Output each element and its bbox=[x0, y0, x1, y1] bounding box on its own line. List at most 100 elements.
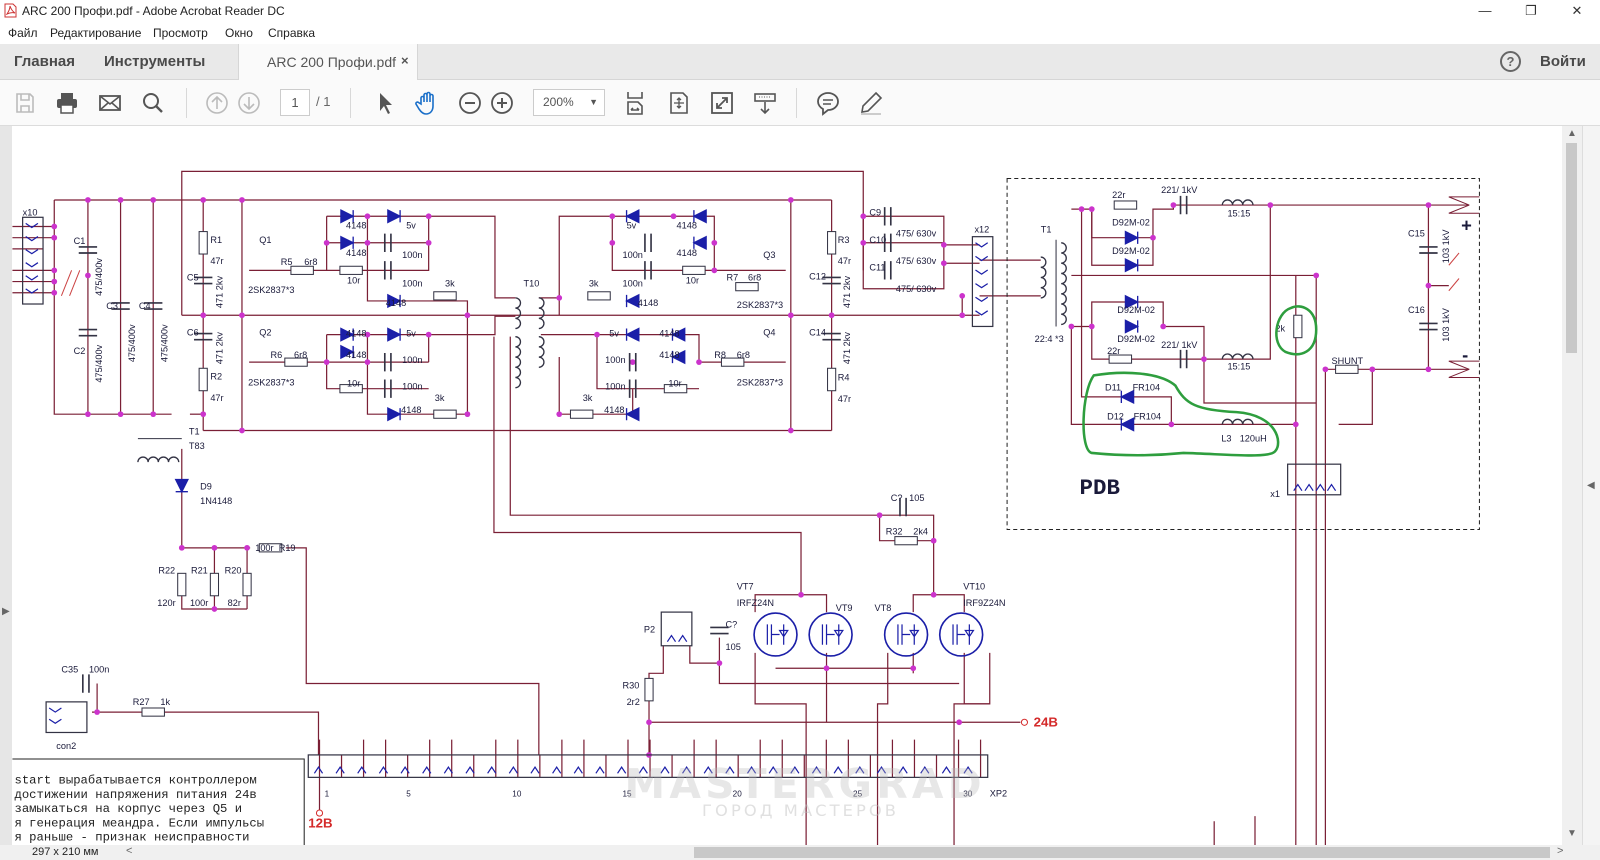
vertical-scroll-thumb[interactable] bbox=[1566, 143, 1577, 353]
sign-in-button[interactable]: Войти bbox=[1540, 53, 1586, 70]
tab-bar: Главная Инструменты ARC 200 Профи.pdf × … bbox=[0, 44, 1600, 80]
junction-dot bbox=[910, 665, 917, 672]
component-labels: x10C1475/400vC2 475/400vC3475/400vC4475/4… bbox=[23, 185, 1472, 831]
page-up-icon[interactable] bbox=[204, 90, 230, 116]
tab-close-icon[interactable]: × bbox=[401, 53, 409, 68]
junction-dot bbox=[51, 223, 58, 230]
tab-tools[interactable]: Инструменты bbox=[104, 53, 205, 70]
junction-dot bbox=[959, 292, 966, 299]
component-label: 221/ 1kV bbox=[1161, 185, 1198, 195]
resistor bbox=[198, 367, 208, 392]
pen-icon[interactable] bbox=[858, 90, 884, 116]
component-label: PDB bbox=[1080, 475, 1120, 501]
junction-dot bbox=[609, 213, 616, 220]
component-label: 100r bbox=[255, 543, 273, 553]
junction-dot bbox=[1425, 366, 1432, 373]
menu-file[interactable]: Файл bbox=[8, 26, 38, 40]
junction-dot bbox=[425, 239, 432, 246]
connector-pin bbox=[48, 718, 62, 725]
component-label: T10 bbox=[524, 279, 540, 289]
restore-button[interactable]: ❐ bbox=[1508, 0, 1554, 22]
comment-icon[interactable] bbox=[815, 90, 841, 116]
component-label: D92M-02 bbox=[1117, 305, 1155, 315]
component-label: 100n bbox=[89, 664, 109, 674]
search-icon[interactable] bbox=[140, 90, 166, 116]
hand-tool-icon[interactable] bbox=[414, 90, 440, 116]
document-viewport[interactable]: ▶ x10 C1 475/400v C2 475/400v C3 475/400v C4 475… bbox=[0, 126, 1562, 845]
component-label: x10 bbox=[23, 207, 38, 217]
right-panel-toggle[interactable]: ◀ bbox=[1582, 126, 1600, 845]
toolbar: 1 / 1 200% ▼ bbox=[0, 80, 1600, 126]
component-label: D11 bbox=[1105, 383, 1121, 393]
component-label: C5 bbox=[187, 273, 199, 283]
component-label: XP2 bbox=[990, 789, 1007, 799]
minimize-button[interactable]: — bbox=[1462, 0, 1508, 22]
connector-pin bbox=[678, 634, 688, 643]
inductor-coil bbox=[538, 335, 545, 368]
fullscreen-icon[interactable] bbox=[709, 90, 735, 116]
component-label: 475/ 630v bbox=[896, 284, 937, 294]
note-line: замыкаться на корпус через Q5 и bbox=[14, 802, 242, 816]
scroll-left-icon[interactable]: < bbox=[126, 845, 132, 857]
junction-dot bbox=[464, 312, 471, 319]
junction-dot bbox=[85, 197, 91, 203]
print-icon[interactable] bbox=[54, 90, 80, 116]
junction-dot bbox=[464, 411, 471, 418]
junction-dot bbox=[211, 606, 218, 612]
component-label: 5 bbox=[406, 790, 411, 799]
wire bbox=[862, 215, 945, 290]
component-label: T83 bbox=[189, 441, 205, 451]
junction-dot bbox=[876, 512, 883, 519]
tab-home[interactable]: Главная bbox=[14, 53, 75, 70]
component-label: 5v bbox=[609, 329, 619, 339]
component-label: 10r bbox=[347, 379, 360, 389]
junction-dot bbox=[787, 427, 794, 434]
zoom-out-icon[interactable] bbox=[457, 90, 483, 116]
menu-help[interactable]: Справка bbox=[268, 26, 315, 40]
component-label: D92M-02 bbox=[1117, 334, 1155, 344]
component-label: 1N4148 bbox=[200, 496, 232, 506]
component-label: C9 bbox=[869, 207, 881, 217]
resistor bbox=[198, 231, 208, 255]
scroll-mode-icon[interactable] bbox=[752, 90, 778, 116]
rotate-icon[interactable] bbox=[666, 90, 692, 116]
menu-edit[interactable]: Редактирование bbox=[50, 26, 141, 40]
scroll-down-icon[interactable]: ▼ bbox=[1567, 828, 1577, 839]
component-label: L3 bbox=[1221, 434, 1231, 444]
component-label: T1 bbox=[189, 427, 200, 437]
fit-page-icon[interactable] bbox=[622, 90, 648, 116]
component-label: 2SK2837*3 bbox=[248, 285, 294, 295]
component-label: 471 2kv bbox=[215, 332, 225, 365]
right-panel-toggle-icon[interactable]: ◀ bbox=[1587, 480, 1595, 491]
junction-dot bbox=[1369, 366, 1376, 373]
horizontal-scroll-thumb[interactable] bbox=[694, 847, 1550, 858]
note-line: start вырабатывается контроллером bbox=[14, 773, 256, 787]
select-cursor-icon[interactable] bbox=[372, 90, 398, 116]
save-icon[interactable] bbox=[12, 90, 38, 116]
close-button[interactable]: ✕ bbox=[1554, 0, 1600, 22]
component-label: R4 bbox=[838, 373, 850, 383]
help-icon[interactable]: ? bbox=[1500, 51, 1521, 72]
component-label: R30 bbox=[622, 681, 639, 691]
page-number-input[interactable]: 1 bbox=[280, 89, 310, 116]
menu-view[interactable]: Просмотр bbox=[153, 26, 208, 40]
zoom-select[interactable]: 200% ▼ bbox=[533, 89, 605, 116]
junction-dot bbox=[85, 411, 91, 418]
resistor bbox=[1293, 314, 1303, 339]
page-down-icon[interactable] bbox=[236, 90, 262, 116]
junction-dot bbox=[239, 427, 245, 434]
junction-dot bbox=[200, 312, 207, 319]
tab-document[interactable]: ARC 200 Профи.pdf × bbox=[238, 44, 418, 80]
junction-dot bbox=[1425, 202, 1432, 208]
connector-pin bbox=[48, 707, 62, 713]
scroll-up-icon[interactable]: ▲ bbox=[1567, 128, 1577, 139]
menu-window[interactable]: Окно bbox=[225, 26, 253, 40]
mail-icon[interactable] bbox=[97, 90, 123, 116]
connector bbox=[22, 216, 44, 305]
diode bbox=[387, 406, 402, 422]
zoom-in-icon[interactable] bbox=[489, 90, 515, 116]
junction-dot bbox=[1150, 234, 1156, 241]
component-label: 475/ 630v bbox=[896, 256, 937, 266]
scroll-right-icon[interactable]: > bbox=[1557, 845, 1563, 857]
junction-dot bbox=[787, 197, 794, 203]
